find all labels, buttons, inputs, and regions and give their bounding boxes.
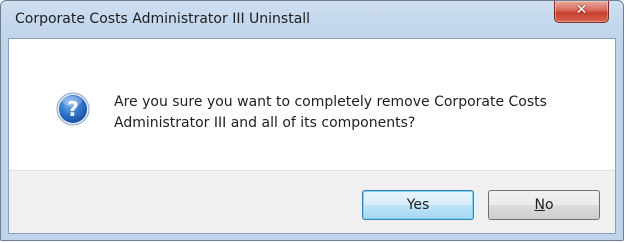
svg-text:?: ? (67, 97, 79, 121)
yes-button[interactable]: Yes (362, 190, 474, 220)
close-icon: ✕ (575, 2, 588, 18)
message-area: ? Are you sure you want to completely re… (9, 39, 615, 170)
dialog-client-area: ? Are you sure you want to completely re… (8, 38, 616, 234)
no-button-label-rest: o (544, 197, 554, 213)
no-button[interactable]: No (488, 190, 600, 220)
close-button[interactable]: ✕ (554, 1, 609, 23)
message-line-1: Are you sure you want to completely remo… (114, 94, 547, 110)
no-button-mnemonic: N (534, 197, 545, 213)
title-bar[interactable]: Corporate Costs Administrator III Uninst… (1, 1, 623, 39)
message-line-2: Administrator III and all of its compone… (114, 115, 416, 131)
confirmation-message: Are you sure you want to completely remo… (114, 92, 604, 134)
question-icon: ? (56, 92, 90, 126)
button-bar: Yes No (9, 170, 615, 233)
dialog-window: Corporate Costs Administrator III Uninst… (0, 0, 624, 241)
window-title: Corporate Costs Administrator III Uninst… (15, 11, 311, 27)
yes-button-label: Yes (406, 197, 430, 213)
